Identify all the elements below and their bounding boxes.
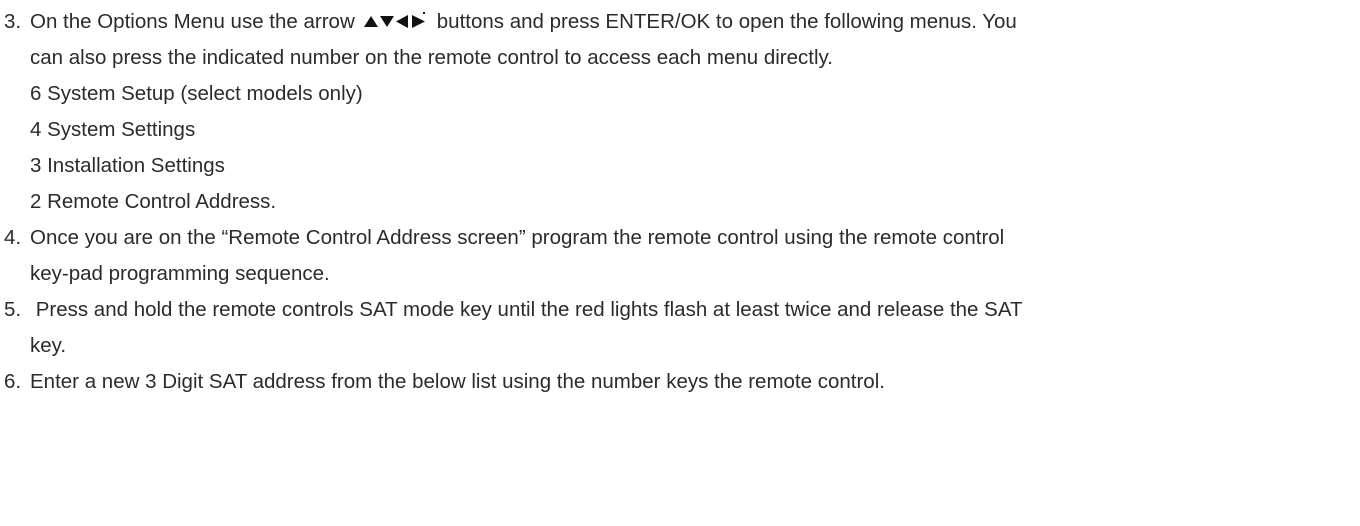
step-number: 6. xyxy=(4,370,22,393)
step-text: Once you are on the “Remote Control Addr… xyxy=(30,226,1005,249)
down-arrow-icon xyxy=(379,16,394,27)
step-4-line-2: key-pad programming sequence. xyxy=(30,262,330,285)
menu-item: 2 Remote Control Address. xyxy=(30,190,277,213)
step-5-line-2: key. xyxy=(30,334,67,357)
up-arrow-icon xyxy=(363,16,378,27)
instruction-document: 3. On the Options Menu use the arrow butt… xyxy=(0,0,1360,526)
menu-item: 6 System Setup (select models only) xyxy=(30,82,363,105)
dot-mark-icon xyxy=(422,12,425,14)
step-6: 6. Enter a new 3 Digit SAT address from t… xyxy=(4,364,1354,400)
step-5: 5. Press and hold the remote controls SA… xyxy=(4,292,1354,328)
step-text: On the Options Menu use the arrow xyxy=(30,10,355,33)
menu-item: 4 System Settings xyxy=(30,118,196,141)
right-arrow-icon xyxy=(411,15,425,28)
menu-item: 3 Installation Settings xyxy=(30,154,225,177)
step-3-line-2: can also press the indicated number on t… xyxy=(30,46,833,69)
step-number: 5. xyxy=(4,298,22,321)
step-number: 3. xyxy=(4,10,22,33)
step-number: 4. xyxy=(4,226,22,249)
step-text: Press and hold the remote controls SAT m… xyxy=(30,298,1023,321)
step-text: Enter a new 3 Digit SAT address from the… xyxy=(30,370,885,393)
arrow-buttons-icon xyxy=(363,12,427,30)
step-4: 4. Once you are on the “Remote Control Ad… xyxy=(4,220,1354,256)
step-text: buttons and press ENTER/OK to open the f… xyxy=(436,10,1017,33)
left-arrow-icon xyxy=(395,15,408,28)
step-3: 3. On the Options Menu use the arrow butt… xyxy=(4,4,1354,40)
